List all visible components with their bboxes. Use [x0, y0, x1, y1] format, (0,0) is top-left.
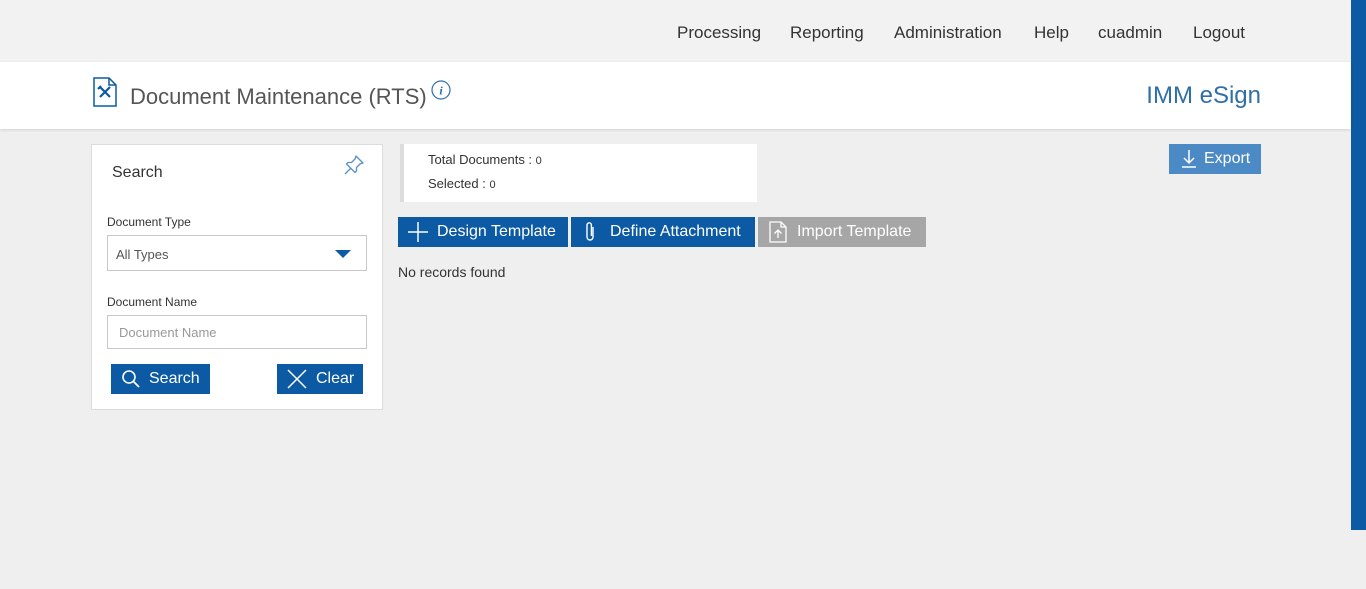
search-icon [122, 370, 140, 388]
clear-button-label: Clear [316, 370, 355, 387]
svg-text:i: i [439, 84, 443, 98]
nav-reporting[interactable]: Reporting [790, 23, 864, 43]
import-template-label: Import Template [797, 223, 912, 240]
search-button-label: Search [149, 370, 200, 387]
document-type-value: All Types [116, 247, 169, 262]
selected-label: Selected : [428, 176, 490, 191]
total-documents-label: Total Documents : [428, 152, 536, 167]
nav-help[interactable]: Help [1034, 23, 1069, 43]
selected-value: 0 [489, 179, 496, 191]
design-template-label: Design Template [437, 223, 556, 240]
top-navigation: Processing Reporting Administration Help… [0, 0, 1351, 62]
paperclip-icon [586, 222, 594, 241]
export-button-label: Export [1204, 150, 1251, 167]
close-icon [287, 369, 307, 389]
clear-button[interactable]: Clear [277, 364, 363, 394]
download-icon [1182, 150, 1196, 168]
document-name-label: Document Name [107, 295, 198, 309]
plus-icon [408, 222, 428, 242]
total-documents: Total Documents : 0 [428, 152, 542, 167]
page-header: Document Maintenance (RTS) i IMM eSign [0, 62, 1351, 129]
document-tools-icon [93, 77, 117, 107]
search-panel: Search Document Type All Types Document … [91, 144, 383, 410]
selected-documents: Selected : 0 [428, 176, 496, 191]
pin-icon[interactable] [342, 153, 366, 177]
no-records-message: No records found [398, 264, 506, 280]
document-type-select[interactable]: All Types [107, 235, 367, 271]
total-documents-value: 0 [535, 155, 542, 167]
import-file-icon [769, 221, 787, 243]
search-button[interactable]: Search [111, 364, 210, 394]
info-icon[interactable]: i [431, 80, 451, 100]
right-edge-bar [1351, 0, 1366, 530]
define-attachment-button[interactable]: Define Attachment [571, 217, 755, 247]
chevron-down-icon [335, 250, 351, 258]
nav-logout[interactable]: Logout [1193, 23, 1245, 43]
export-button[interactable]: Export [1169, 144, 1261, 174]
page-title: Document Maintenance (RTS) [130, 84, 427, 109]
import-template-button[interactable]: Import Template [758, 217, 926, 247]
design-template-button[interactable]: Design Template [398, 217, 568, 247]
nav-user-cuadmin[interactable]: cuadmin [1098, 23, 1162, 43]
brand-name: IMM eSign [1146, 82, 1261, 109]
define-attachment-label: Define Attachment [610, 223, 741, 240]
document-summary: Total Documents : 0 Selected : 0 [400, 144, 757, 202]
search-panel-title: Search [112, 164, 163, 181]
document-type-label: Document Type [107, 215, 191, 229]
document-name-input[interactable] [107, 315, 367, 349]
nav-administration[interactable]: Administration [894, 23, 1002, 43]
nav-processing[interactable]: Processing [677, 23, 761, 43]
